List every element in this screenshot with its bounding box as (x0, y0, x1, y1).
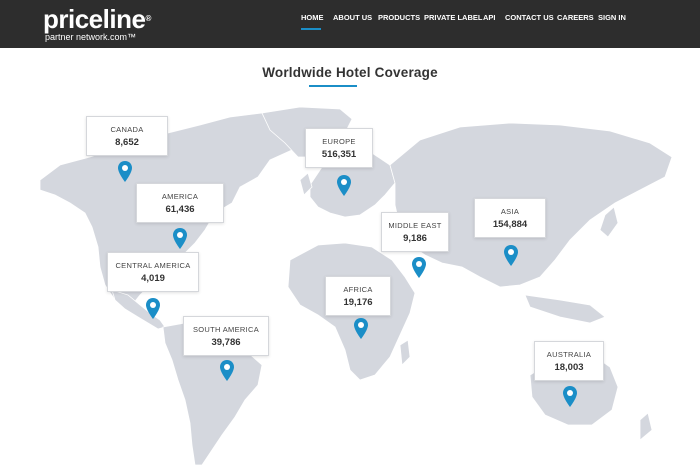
region-count: 9,186 (403, 233, 427, 244)
map-marker-icon[interactable] (146, 298, 160, 320)
region-name: EUROPE (322, 137, 356, 146)
nav-sign-in[interactable]: SIGN IN (598, 13, 626, 22)
map-marker-icon[interactable] (563, 386, 577, 408)
region-card-central-america[interactable]: CENTRAL AMERICA 4,019 (107, 252, 199, 292)
region-card-canada[interactable]: CANADA 8,652 (86, 116, 168, 156)
nav-contact-us[interactable]: CONTACT US (505, 13, 554, 22)
priceline-logo[interactable]: priceline® partner network.com™ (43, 6, 151, 42)
nav-api[interactable]: API (483, 13, 496, 22)
main-nav: HOME ABOUT US PRODUCTS PRIVATE LABEL API… (301, 13, 700, 33)
nav-about-us[interactable]: ABOUT US (333, 13, 372, 22)
registered-mark: ® (145, 14, 151, 23)
region-count: 61,436 (165, 204, 195, 215)
nav-careers[interactable]: CAREERS (557, 13, 594, 22)
map-marker-icon[interactable] (220, 360, 234, 382)
region-name: ASIA (500, 207, 520, 216)
map-marker-icon[interactable] (173, 228, 187, 250)
map-marker-icon[interactable] (337, 175, 351, 197)
region-name: AUSTRALIA (546, 350, 592, 359)
madagascar-landmass (399, 339, 411, 366)
region-card-europe[interactable]: EUROPE 516,351 (305, 128, 373, 168)
nav-home[interactable]: HOME (301, 13, 324, 22)
region-card-america[interactable]: AMERICA 61,436 (136, 183, 224, 223)
region-card-middle-east[interactable]: MIDDLE EAST 9,186 (381, 212, 449, 252)
title-underline (309, 85, 357, 87)
region-count: 8,652 (115, 137, 139, 148)
region-card-australia[interactable]: AUSTRALIA 18,003 (534, 341, 604, 381)
region-count: 18,003 (554, 362, 584, 373)
logo-wordmark: priceline (43, 4, 146, 34)
map-marker-icon[interactable] (504, 245, 518, 267)
region-name: AMERICA (161, 192, 199, 201)
region-count: 19,176 (343, 297, 373, 308)
nav-private-label[interactable]: PRIVATE LABEL (424, 13, 482, 22)
region-count: 516,351 (321, 149, 357, 160)
nav-products[interactable]: PRODUCTS (378, 13, 420, 22)
region-name: AFRICA (343, 285, 373, 294)
region-name: MIDDLE EAST (388, 221, 442, 230)
region-name: CENTRAL AMERICA (115, 261, 191, 270)
map-marker-icon[interactable] (412, 257, 426, 279)
region-name: CANADA (110, 125, 144, 134)
region-card-south-america[interactable]: SOUTH AMERICA 39,786 (183, 316, 269, 356)
page-title: Worldwide Hotel Coverage (262, 65, 438, 81)
region-count: 154,884 (492, 219, 528, 230)
map-marker-icon[interactable] (118, 161, 132, 183)
region-card-asia[interactable]: ASIA 154,884 (474, 198, 546, 238)
region-count: 39,786 (211, 337, 241, 348)
new-zealand-landmass (639, 412, 653, 441)
active-nav-indicator (301, 28, 321, 30)
region-name: SOUTH AMERICA (193, 325, 259, 334)
site-header: priceline® partner network.com™ HOME ABO… (0, 0, 700, 48)
region-card-africa[interactable]: AFRICA 19,176 (325, 276, 391, 316)
region-count: 4,019 (141, 273, 165, 284)
map-marker-icon[interactable] (354, 318, 368, 340)
logo-tagline: partner network.com™ (45, 32, 137, 42)
se-asia-islands (524, 294, 606, 324)
